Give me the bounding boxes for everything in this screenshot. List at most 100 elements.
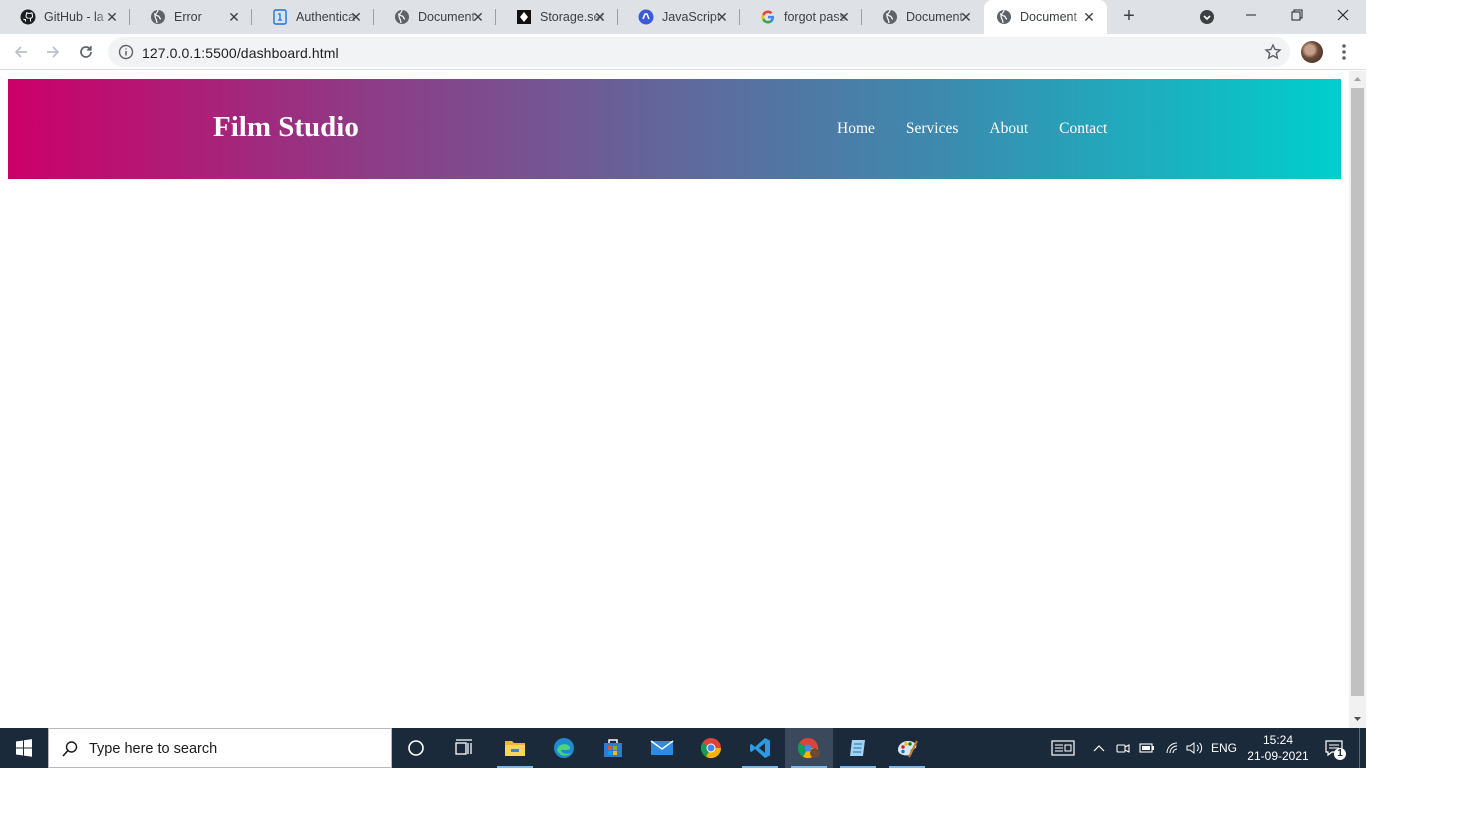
close-icon[interactable]: ✕ — [104, 9, 120, 25]
edge-icon — [554, 738, 574, 758]
back-arrow-icon — [14, 46, 27, 58]
tab-error[interactable]: Error ✕ — [130, 0, 252, 34]
close-icon[interactable]: ✕ — [836, 9, 852, 25]
close-window-button[interactable] — [1320, 0, 1366, 30]
news-icon — [1051, 740, 1075, 756]
tab-github[interactable]: GitHub - la ✕ — [0, 0, 130, 34]
minimize-button[interactable] — [1228, 0, 1274, 30]
scrollbar-thumb[interactable] — [1351, 88, 1364, 696]
task-view-icon — [455, 739, 472, 755]
cortana-button[interactable] — [392, 728, 440, 768]
mail-button[interactable] — [638, 728, 686, 768]
globe-icon — [394, 9, 410, 25]
cortana-icon — [408, 740, 424, 756]
tab-document-active[interactable]: Document ✕ — [984, 0, 1107, 34]
battery-icon — [1139, 743, 1154, 753]
volume-button[interactable] — [1185, 728, 1205, 768]
action-center-button[interactable]: 1 — [1320, 728, 1350, 768]
page-viewport: Film Studio Home Services About Contact — [0, 71, 1349, 728]
reload-button[interactable] — [75, 41, 97, 63]
tab-title: GitHub - la — [44, 10, 104, 24]
restore-icon — [1291, 9, 1303, 21]
back-button[interactable] — [10, 41, 32, 63]
globe-icon — [996, 9, 1012, 25]
close-icon[interactable]: ✕ — [958, 9, 974, 25]
clock[interactable]: 15:24 21-09-2021 — [1246, 732, 1310, 764]
windows-logo-icon — [16, 739, 32, 757]
vertical-scrollbar[interactable] — [1349, 71, 1366, 728]
close-icon[interactable]: ✕ — [470, 9, 486, 25]
restore-button[interactable] — [1274, 0, 1320, 30]
minimize-icon — [1246, 14, 1256, 16]
tab-document-1[interactable]: Document ✕ — [374, 0, 496, 34]
tab-google-search[interactable]: forgot pass ✕ — [740, 0, 862, 34]
close-icon[interactable]: ✕ — [1081, 9, 1097, 25]
main-nav: Home Services About Contact — [837, 120, 1138, 138]
tab-authentication[interactable]: Authentica ✕ — [252, 0, 374, 34]
nav-link-contact[interactable]: Contact — [1059, 120, 1107, 138]
close-icon — [1337, 9, 1349, 21]
nav-link-home[interactable]: Home — [837, 120, 875, 138]
chrome-profile-button[interactable] — [785, 728, 833, 768]
file-explorer-button[interactable] — [491, 728, 539, 768]
vscode-button[interactable] — [736, 728, 784, 768]
tab-storage[interactable]: Storage.set ✕ — [496, 0, 618, 34]
network-button[interactable] — [1163, 728, 1183, 768]
chrome-profile-icon — [797, 738, 820, 759]
docs-icon — [272, 9, 288, 25]
meet-now-button[interactable] — [1114, 728, 1132, 768]
url-text[interactable]: 127.0.0.1:5500/dashboard.html — [142, 45, 339, 61]
globe-icon — [882, 9, 898, 25]
close-icon[interactable]: ✕ — [714, 9, 730, 25]
vscode-icon — [750, 738, 770, 758]
js-icon — [638, 9, 654, 25]
tab-document-2[interactable]: Document ✕ — [862, 0, 984, 34]
nav-link-about[interactable]: About — [989, 120, 1028, 138]
forward-button[interactable] — [42, 41, 64, 63]
scroll-down-arrow-icon[interactable] — [1353, 714, 1362, 723]
task-view-button[interactable] — [440, 728, 488, 768]
kebab-menu-icon[interactable] — [1334, 41, 1354, 63]
github-icon — [20, 9, 36, 25]
scroll-up-arrow-icon[interactable] — [1353, 75, 1362, 84]
input-language[interactable]: ENG — [1208, 728, 1240, 768]
close-icon[interactable]: ✕ — [592, 9, 608, 25]
info-icon[interactable] — [118, 44, 134, 60]
start-button[interactable] — [0, 728, 48, 768]
show-desktop-button[interactable] — [1359, 728, 1366, 768]
address-bar[interactable]: 127.0.0.1:5500/dashboard.html — [108, 37, 1290, 67]
windows-taskbar: Type here to search ENG 15:24 21-09-2021… — [0, 728, 1366, 768]
brand-logo[interactable]: Film Studio — [213, 111, 359, 144]
tab-title: Document — [1020, 10, 1077, 24]
news-widget-button[interactable] — [1048, 728, 1078, 768]
edge-button[interactable] — [540, 728, 588, 768]
close-icon[interactable]: ✕ — [348, 9, 364, 25]
store-icon — [604, 739, 622, 757]
new-tab-button[interactable]: + — [1118, 5, 1140, 27]
store-button[interactable] — [589, 728, 637, 768]
tab-javascript[interactable]: JavaScript ✕ — [618, 0, 740, 34]
mail-icon — [650, 740, 674, 755]
file-explorer-icon — [505, 741, 525, 756]
chrome-button[interactable] — [687, 728, 735, 768]
nav-link-services[interactable]: Services — [906, 120, 959, 138]
profile-avatar[interactable] — [1301, 41, 1323, 63]
chrome-icon — [700, 738, 722, 759]
google-icon — [760, 9, 776, 25]
wifi-icon — [1166, 742, 1178, 754]
reload-icon — [80, 46, 92, 58]
chevron-up-icon — [1093, 745, 1105, 752]
taskbar-search-box[interactable]: Type here to search — [48, 728, 392, 768]
battery-button[interactable] — [1137, 728, 1157, 768]
paint-button[interactable] — [883, 728, 931, 768]
search-icon — [62, 741, 78, 757]
tab-search-icon[interactable] — [1199, 9, 1215, 25]
close-icon[interactable]: ✕ — [226, 9, 242, 25]
screen: GitHub - la ✕ Error ✕ Authentica ✕ Docum… — [0, 0, 1366, 768]
show-hidden-icons-button[interactable] — [1090, 728, 1108, 768]
notification-icon — [1325, 740, 1346, 760]
notepad-button[interactable] — [834, 728, 882, 768]
bookmark-star-icon[interactable] — [1264, 43, 1282, 61]
forward-arrow-icon — [47, 46, 60, 58]
browser-toolbar: 127.0.0.1:5500/dashboard.html — [0, 34, 1366, 70]
